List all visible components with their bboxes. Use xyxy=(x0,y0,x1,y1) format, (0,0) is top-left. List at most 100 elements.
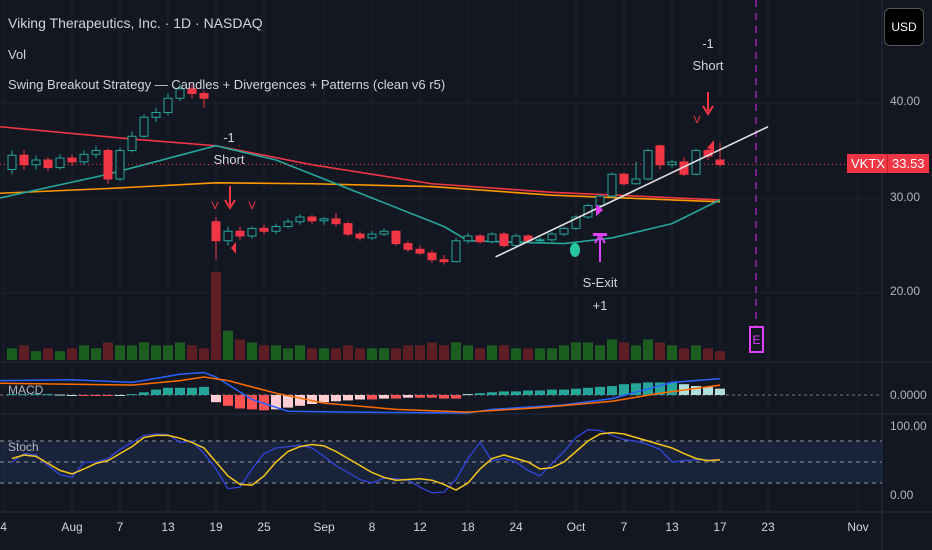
candle-body xyxy=(415,248,425,254)
candle-body xyxy=(331,218,341,225)
earnings-marker[interactable]: E xyxy=(749,326,764,353)
candle-body xyxy=(595,195,605,207)
macd-histogram-bar xyxy=(499,391,509,395)
short-signal-1-label: Short xyxy=(213,152,245,167)
short-signal-1-qty: -1 xyxy=(223,130,235,145)
x-axis-tick-label: 7 xyxy=(620,520,628,534)
volume-bar xyxy=(403,345,413,360)
x-axis-tick-label: Aug xyxy=(61,520,83,534)
volume-bar xyxy=(487,345,497,360)
volume-bar xyxy=(343,345,353,360)
volume-bar xyxy=(451,342,461,360)
macd-histogram-bar xyxy=(403,395,413,398)
volume-bar xyxy=(547,348,557,360)
price-tick-20: 20.00 xyxy=(890,284,921,298)
candle-body xyxy=(151,112,161,118)
x-axis-tick-label: 25 xyxy=(257,520,271,534)
macd-histogram-bar xyxy=(295,395,305,406)
candle-body xyxy=(619,173,629,185)
candle-body xyxy=(475,235,485,243)
stoch-label[interactable]: Stoch xyxy=(8,440,39,454)
volume-bar xyxy=(583,342,593,360)
candle-body xyxy=(91,150,101,155)
macd-histogram-bar xyxy=(343,395,353,401)
exit-signal-qty: +1 xyxy=(592,298,608,313)
volume-bar xyxy=(319,348,329,360)
volume-bar xyxy=(307,348,317,360)
x-axis-tick-label: Nov xyxy=(847,520,869,534)
x-axis-tick-label: 13 xyxy=(665,520,679,534)
macd-histogram-bar xyxy=(535,390,545,395)
volume-bar xyxy=(619,342,629,360)
divergence-marker: V xyxy=(211,200,219,212)
volume-bar xyxy=(331,348,341,360)
candle-body xyxy=(163,97,173,113)
candle-body xyxy=(223,230,233,242)
pattern-marker-icon xyxy=(231,242,236,254)
macd-histogram-bar xyxy=(187,387,197,395)
volume-bar xyxy=(31,351,41,360)
volume-bar xyxy=(55,351,65,360)
volume-bar xyxy=(151,345,161,360)
strategy-legend[interactable]: Swing Breakout Strategy — Candles + Dive… xyxy=(8,77,445,92)
volume-bar xyxy=(127,345,137,360)
macd-histogram-bar xyxy=(331,395,341,402)
volume-bar xyxy=(667,345,677,360)
macd-histogram-bar xyxy=(235,395,245,409)
macd-label[interactable]: MACD xyxy=(8,383,43,397)
price-tick-40: 40.00 xyxy=(890,94,921,108)
x-axis-tick-label: Oct xyxy=(566,520,586,534)
macd-tick-zero: 0.0000 xyxy=(890,388,927,402)
macd-histogram-bar xyxy=(427,395,437,398)
volume-bar xyxy=(163,345,173,360)
candle-body xyxy=(547,233,557,241)
volume-bar xyxy=(391,348,401,360)
volume-bar xyxy=(571,342,581,360)
candle-body xyxy=(487,233,497,243)
candle-body xyxy=(715,159,725,165)
candle-body xyxy=(31,159,41,166)
macd-histogram-bar xyxy=(583,387,593,395)
candle-body xyxy=(115,150,125,180)
macd-histogram-bar xyxy=(115,395,125,396)
volume-bar xyxy=(523,348,533,360)
macd-histogram-bar xyxy=(511,391,521,395)
macd-histogram-bar xyxy=(571,388,581,395)
candle-body xyxy=(559,227,569,235)
candle-body xyxy=(499,233,509,247)
macd-histogram-bar xyxy=(163,387,173,395)
price-tick-30: 30.00 xyxy=(890,190,921,204)
volume-bar xyxy=(607,339,617,360)
macd-histogram-bar xyxy=(79,395,89,396)
candle-body xyxy=(511,235,521,246)
stoch-tick-0: 0.00 xyxy=(890,488,914,502)
volume-bar xyxy=(595,345,605,360)
macd-histogram-bar xyxy=(475,393,485,395)
pattern-marker-icon xyxy=(570,243,580,257)
macd-histogram-bar xyxy=(43,394,53,396)
x-axis-tick-label: 4 xyxy=(0,520,7,534)
volume-legend[interactable]: Vol xyxy=(8,47,26,62)
candle-body xyxy=(211,221,221,242)
candle-body xyxy=(79,153,89,163)
macd-histogram-bar xyxy=(367,395,377,400)
volume-bar xyxy=(175,342,185,360)
volume-bar xyxy=(439,345,449,360)
currency-button[interactable]: USD xyxy=(884,8,924,46)
volume-bar xyxy=(631,345,641,360)
x-axis-tick-label: 8 xyxy=(368,520,376,534)
volume-bar xyxy=(643,339,653,360)
candle-body xyxy=(535,239,545,242)
candle-body xyxy=(235,230,245,237)
candle-body xyxy=(43,159,53,169)
volume-bar xyxy=(679,348,689,360)
volume-bar xyxy=(7,348,17,360)
macd-histogram-bar xyxy=(619,384,629,395)
volume-bar xyxy=(199,348,209,360)
candle-body xyxy=(67,157,77,163)
macd-histogram-bar xyxy=(559,389,569,395)
macd-histogram-bar xyxy=(151,389,161,395)
volume-bar xyxy=(271,345,281,360)
short-signal-2-label: Short xyxy=(692,58,724,73)
volume-bar xyxy=(139,342,149,360)
